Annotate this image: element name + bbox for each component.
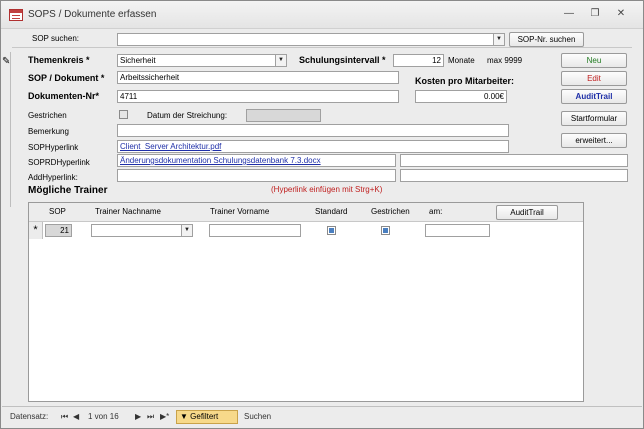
add-hyperlink-extra-field[interactable]	[400, 169, 628, 182]
sop-rd-hyperlink[interactable]: Änderungsdokumentation Schulungsdatenban…	[120, 156, 321, 165]
trainer-audit-trail-button[interactable]: AuditTrail	[496, 205, 558, 220]
sop-search-label: SOP suchen:	[32, 34, 79, 43]
col-gestrichen: Gestrichen	[371, 207, 410, 216]
new-record-marker[interactable]: *	[29, 222, 43, 239]
sop-rd-hyperlink-extra-field[interactable]	[400, 154, 628, 167]
bemerkung-label: Bemerkung	[28, 127, 69, 136]
record-selector[interactable]	[3, 52, 11, 207]
kosten-field[interactable]: 0.00€	[415, 90, 507, 103]
datum-streichung-field[interactable]	[246, 109, 321, 122]
themenkreis-label: Themenkreis *	[28, 55, 90, 65]
chevron-down-icon[interactable]: ▼	[181, 225, 192, 236]
record-position[interactable]: 1 von 16	[88, 412, 119, 421]
header-divider	[12, 47, 632, 48]
first-record-icon[interactable]: ⏮	[61, 412, 68, 422]
kosten-label: Kosten pro Mitarbeiter:	[415, 76, 515, 86]
sop-hyperlink-field[interactable]: Client_Server Architektur.pdf	[117, 140, 509, 153]
add-hyperlink-field[interactable]	[117, 169, 396, 182]
trainer-gestrichen-checkbox[interactable]	[381, 226, 390, 235]
trainer-nachname-combo[interactable]: ▼	[91, 224, 193, 237]
minimize-icon[interactable]: —	[561, 7, 577, 21]
audit-trail-button[interactable]: AuditTrail	[561, 89, 627, 104]
col-sop: SOP	[49, 207, 66, 216]
sop-hyperlink[interactable]: Client_Server Architektur.pdf	[120, 142, 221, 151]
gestrichen-label: Gestrichen	[28, 111, 67, 120]
last-record-icon[interactable]: ⏭	[147, 412, 154, 422]
sop-rd-hyperlink-label: SOPRDHyperlink	[28, 158, 90, 167]
form-icon	[9, 9, 23, 21]
form-body: SOP suchen: ▼ SOP-Nr. suchen ✎ Themenkre…	[2, 30, 642, 405]
filter-icon: ▼	[180, 412, 188, 421]
startformular-button[interactable]: Startformular	[561, 111, 627, 126]
close-icon[interactable]: ✕	[613, 7, 629, 21]
edit-button[interactable]: Edit	[561, 71, 627, 86]
next-record-icon[interactable]: ▶	[135, 412, 141, 421]
datum-streichung-label: Datum der Streichung:	[147, 111, 228, 120]
neu-button[interactable]: Neu	[561, 53, 627, 68]
trainer-subform-header: SOP Trainer Nachname Trainer Vorname Sta…	[29, 203, 583, 222]
restore-icon[interactable]: ❐	[587, 7, 603, 21]
record-navigation-bar: Datensatz: ⏮ ◀ 1 von 16 ▶ ⏭ ▶* ▼ Gefilte…	[2, 406, 642, 428]
chevron-down-icon[interactable]: ▼	[275, 55, 286, 66]
filter-toggle[interactable]: ▼ Gefiltert	[176, 410, 238, 424]
sop-hyperlink-label: SOPHyperlink	[28, 143, 79, 152]
schulungsintervall-label: Schulungsintervall *	[299, 55, 386, 65]
sop-search-combo[interactable]: ▼	[117, 33, 505, 46]
sop-rd-hyperlink-field[interactable]: Änderungsdokumentation Schulungsdatenban…	[117, 154, 396, 167]
themenkreis-combo[interactable]: Sicherheit ▼	[117, 54, 287, 67]
monate-label: Monate	[448, 56, 475, 65]
standard-checkbox[interactable]	[327, 226, 336, 235]
bemerkung-field[interactable]	[117, 124, 509, 137]
search-box[interactable]: Suchen	[244, 412, 271, 421]
trainer-new-row: * 21 ▼	[29, 222, 583, 239]
col-nachname: Trainer Nachname	[95, 207, 161, 216]
record-label: Datensatz:	[10, 412, 49, 421]
filter-label: Gefiltert	[190, 412, 219, 421]
title-bar: SOPS / Dokumente erfassen — ❐ ✕	[1, 1, 643, 29]
dokumenten-nr-field[interactable]: 4711	[117, 90, 399, 103]
window-title: SOPS / Dokumente erfassen	[28, 9, 157, 20]
pencil-icon: ✎	[2, 56, 11, 67]
form-window: SOPS / Dokumente erfassen — ❐ ✕ SOP such…	[0, 0, 644, 429]
trainer-sop-field: 21	[45, 224, 72, 237]
previous-record-icon[interactable]: ◀	[73, 412, 79, 421]
hyperlink-hint: (Hyperlink einfügen mit Strg+K)	[271, 185, 383, 194]
new-record-icon[interactable]: ▶*	[160, 412, 169, 421]
col-am: am:	[429, 207, 443, 216]
trainer-section-title: Mögliche Trainer	[28, 185, 108, 196]
gestrichen-checkbox[interactable]	[119, 110, 128, 119]
schulungsintervall-field[interactable]: 12	[393, 54, 444, 67]
dokumenten-nr-label: Dokumenten-Nr*	[28, 91, 100, 101]
sop-dokument-label: SOP / Dokument *	[28, 73, 105, 83]
chevron-down-icon[interactable]: ▼	[493, 34, 504, 45]
col-standard: Standard	[315, 207, 348, 216]
sop-dokument-field[interactable]: Arbeitssicherheit	[117, 71, 399, 84]
sop-nr-search-button[interactable]: SOP-Nr. suchen	[509, 32, 584, 47]
col-vorname: Trainer Vorname	[210, 207, 270, 216]
trainer-vorname-field[interactable]	[209, 224, 301, 237]
erweitert-button[interactable]: erweitert...	[561, 133, 627, 148]
trainer-subform: SOP Trainer Nachname Trainer Vorname Sta…	[28, 202, 584, 402]
max-label: max 9999	[487, 56, 523, 65]
add-hyperlink-label: AddHyperlink:	[28, 173, 78, 182]
trainer-am-field[interactable]	[425, 224, 490, 237]
